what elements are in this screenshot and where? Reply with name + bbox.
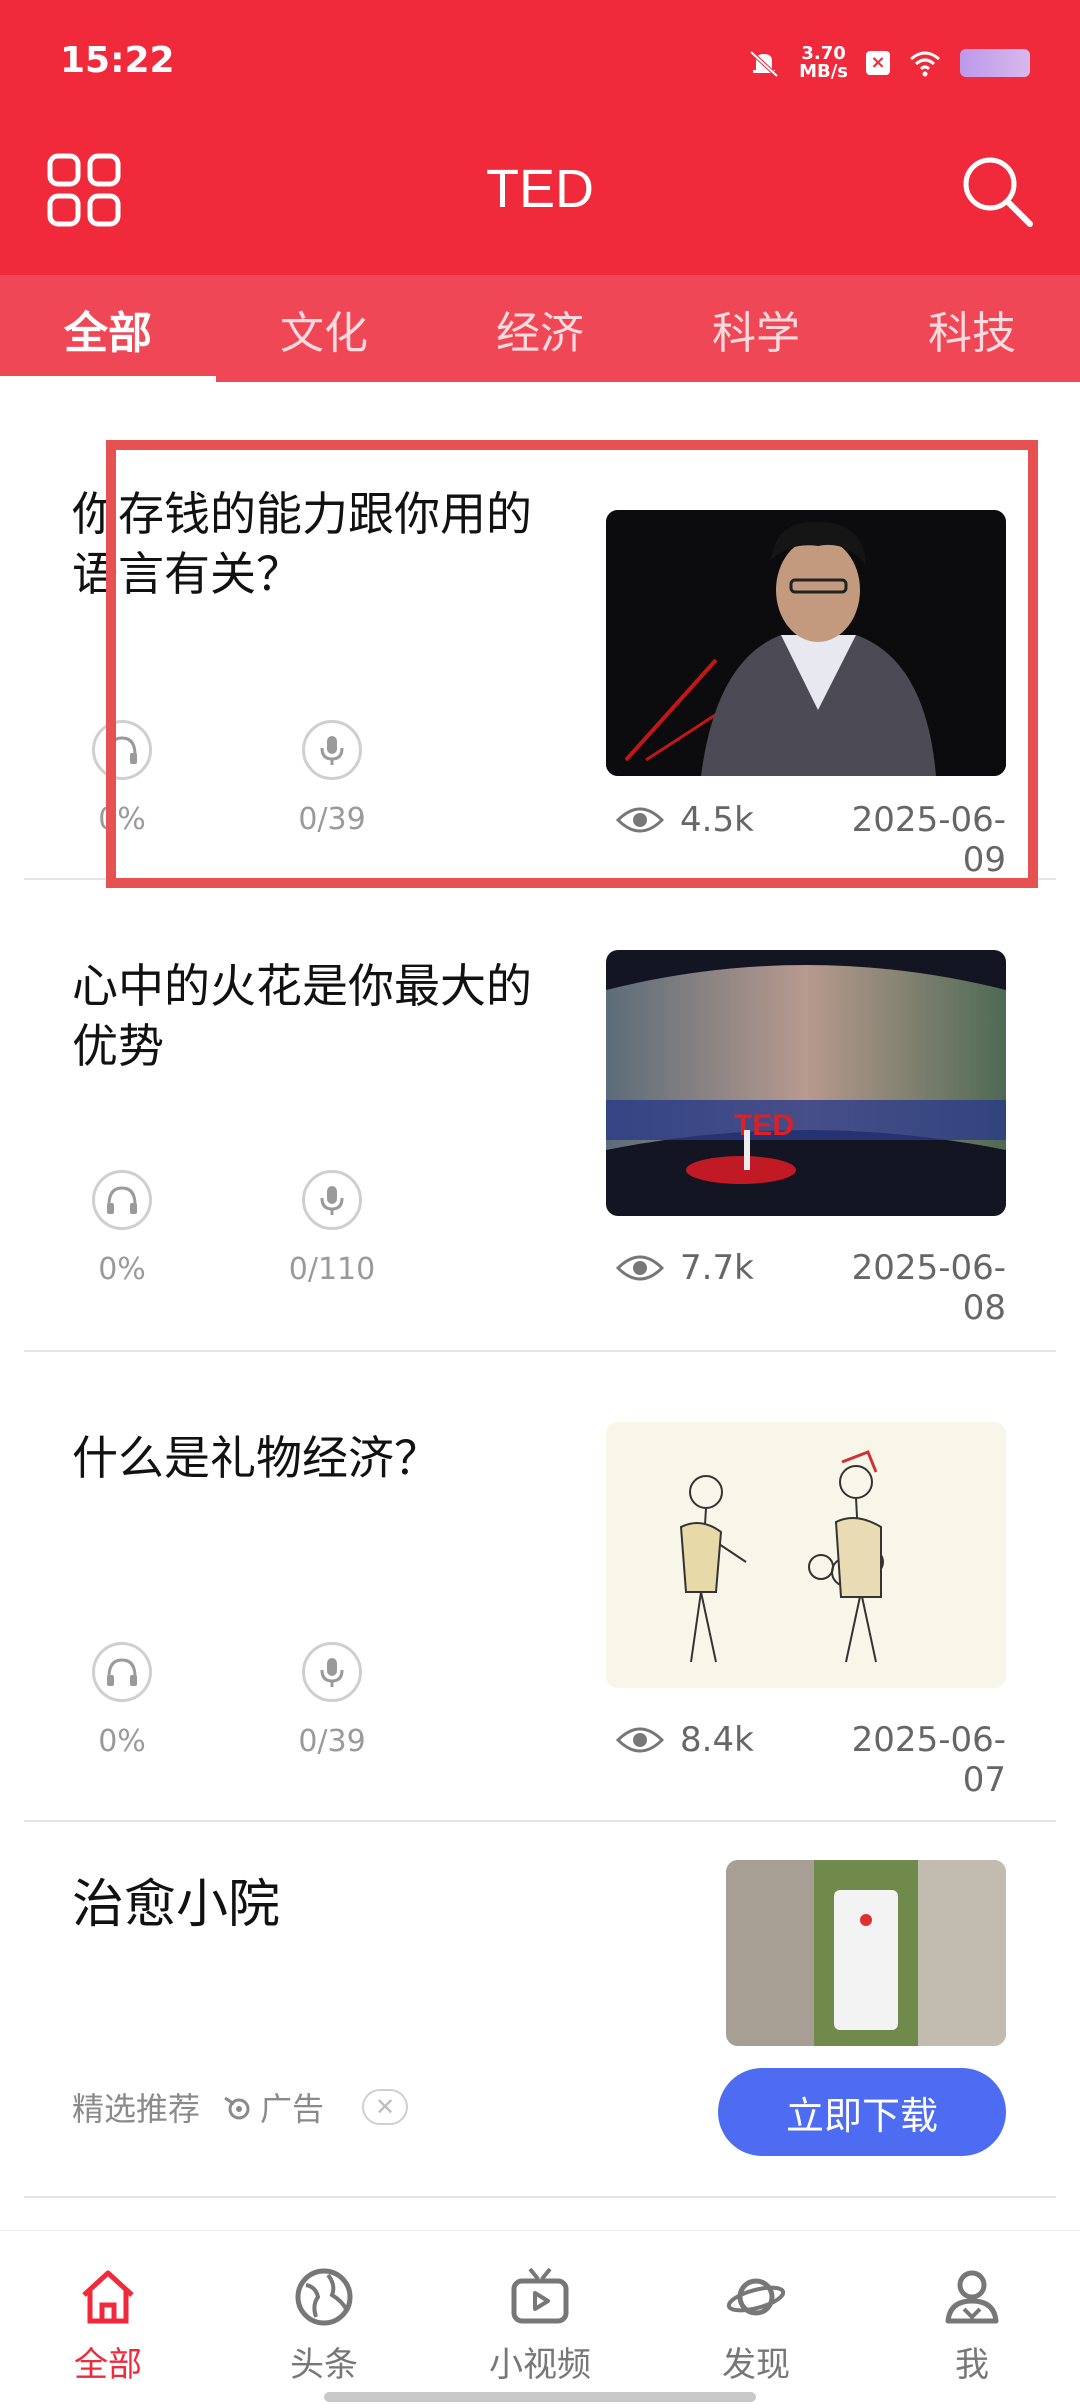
ad-title: 治愈小院 xyxy=(72,1875,281,1935)
view-count: 8.4k xyxy=(616,1720,754,1760)
tab-label: 科学 xyxy=(712,307,800,359)
microphone-icon xyxy=(302,720,362,780)
globe-icon xyxy=(295,2268,353,2326)
card-title: 你存钱的能力跟你用的语言有关？ xyxy=(72,487,532,601)
tab-label: 科技 xyxy=(928,307,1016,359)
card-thumbnail[interactable] xyxy=(606,510,1006,776)
card-title: 心中的火花是你最大的优势 xyxy=(72,959,532,1073)
close-box-icon: × xyxy=(866,51,890,75)
speed-unit: MB/s xyxy=(799,61,848,82)
card-progress: 0% 0/39 xyxy=(72,1642,382,1759)
category-tabs: 全部 文化 经济 科学 科技 xyxy=(0,275,1080,382)
publish-date: 2025-06-08 xyxy=(851,1248,1006,1328)
speak-progress[interactable]: 0/39 xyxy=(282,1642,382,1759)
wifi-icon xyxy=(910,51,940,77)
eye-icon xyxy=(616,1727,664,1753)
ad-label: 广告 xyxy=(260,2090,325,2128)
eye-icon xyxy=(616,1255,664,1281)
status-icons: 3.70 MB/s × xyxy=(747,38,1030,88)
svg-text:TED: TED xyxy=(734,1109,794,1142)
microphone-icon xyxy=(302,1170,362,1230)
tab-label: 文化 xyxy=(280,307,368,359)
tab-culture[interactable]: 文化 xyxy=(216,275,432,382)
tab-label: 经济 xyxy=(496,307,584,359)
listen-progress-value: 0% xyxy=(98,802,146,837)
card-thumbnail[interactable]: TED xyxy=(606,950,1006,1216)
view-count: 7.7k xyxy=(616,1248,754,1288)
eye-icon xyxy=(616,807,664,833)
battery-icon xyxy=(960,49,1030,77)
app-title: TED xyxy=(486,159,594,219)
feed-card[interactable]: 什么是礼物经济？ 0% 0/39 8.4k 2025-06-07 xyxy=(24,1352,1056,1822)
nav-discover[interactable]: 发现 xyxy=(648,2231,864,2408)
tab-all[interactable]: 全部 xyxy=(0,275,216,382)
listen-progress-value: 0% xyxy=(98,1252,146,1287)
tv-play-icon xyxy=(511,2267,569,2324)
headphones-icon xyxy=(92,1170,152,1230)
nav-label: 我 xyxy=(955,2345,989,2385)
nav-headlines[interactable]: 头条 xyxy=(216,2231,432,2408)
ad-card[interactable]: 治愈小院 精选推荐 广告 ✕ 立即下载 xyxy=(24,1822,1056,2198)
nav-label: 小视频 xyxy=(489,2345,591,2385)
nav-label: 发现 xyxy=(722,2345,790,2385)
speak-progress-value: 0/39 xyxy=(298,802,366,837)
bottom-navigation: 全部 头条 小视频 发现 我 xyxy=(0,2230,1080,2408)
nav-label: 头条 xyxy=(290,2345,358,2385)
home-indicator[interactable] xyxy=(324,2392,756,2402)
user-icon xyxy=(945,2270,999,2324)
nav-me[interactable]: 我 xyxy=(864,2231,1080,2408)
nav-label: 全部 xyxy=(74,2345,142,2385)
tab-label: 全部 xyxy=(64,307,152,359)
card-progress: 0% 0/39 xyxy=(72,720,382,837)
listen-progress[interactable]: 0% xyxy=(72,1170,172,1287)
tab-economy[interactable]: 经济 xyxy=(432,275,648,382)
search-icon[interactable] xyxy=(956,150,1036,230)
feed-card[interactable]: 心中的火花是你最大的优势 TED 0% 0/110 7.7k 2025-06-0… xyxy=(24,880,1056,1352)
ad-target-icon xyxy=(224,2096,250,2120)
ad-meta: 精选推荐 广告 ✕ xyxy=(72,2084,409,2130)
card-progress: 0% 0/110 xyxy=(72,1170,382,1287)
top-bar: 15:22 3.70 MB/s × TED xyxy=(0,0,1080,275)
mute-bell-icon xyxy=(749,50,779,78)
publish-date: 2025-06-07 xyxy=(851,1720,1006,1800)
ad-subtitle: 精选推荐 xyxy=(72,2090,201,2128)
listen-progress[interactable]: 0% xyxy=(72,1642,172,1759)
close-ad-icon[interactable]: ✕ xyxy=(362,2089,409,2125)
planet-icon xyxy=(726,2278,786,2316)
views-value: 4.5k xyxy=(680,800,754,840)
tab-technology[interactable]: 科技 xyxy=(864,275,1080,382)
speak-progress[interactable]: 0/110 xyxy=(282,1170,382,1287)
status-time: 15:22 xyxy=(60,40,175,81)
nav-all[interactable]: 全部 xyxy=(0,2231,216,2408)
card-thumbnail[interactable] xyxy=(606,1422,1006,1688)
headphones-icon xyxy=(92,720,152,780)
speak-progress-value: 0/39 xyxy=(298,1724,366,1759)
ad-thumbnail[interactable] xyxy=(726,1860,1006,2046)
views-value: 8.4k xyxy=(680,1720,754,1760)
publish-date: 2025-06-09 xyxy=(851,800,1006,880)
stage-image: TED xyxy=(606,950,1006,1216)
card-title: 什么是礼物经济？ xyxy=(72,1431,440,1485)
download-button[interactable]: 立即下载 xyxy=(718,2068,1006,2156)
headphones-icon xyxy=(92,1642,152,1702)
network-speed: 3.70 MB/s xyxy=(799,45,848,81)
nav-short-video[interactable]: 小视频 xyxy=(432,2231,648,2408)
listen-progress[interactable]: 0% xyxy=(72,720,172,837)
listen-progress-value: 0% xyxy=(98,1724,146,1759)
status-bar: 15:22 3.70 MB/s × xyxy=(0,0,1080,130)
gift-economy-illustration xyxy=(606,1422,1006,1688)
views-value: 7.7k xyxy=(680,1248,754,1288)
speak-progress[interactable]: 0/39 xyxy=(282,720,382,837)
home-icon xyxy=(82,2270,134,2324)
app-header: TED xyxy=(0,130,1080,275)
tab-science[interactable]: 科学 xyxy=(648,275,864,382)
view-count: 4.5k xyxy=(616,800,754,840)
ad-image xyxy=(726,1860,1006,2046)
feed-card[interactable]: 你存钱的能力跟你用的语言有关？ 0% 0/39 4.5k 2025-06-09 xyxy=(24,420,1056,880)
microphone-icon xyxy=(302,1642,362,1702)
speaker-image xyxy=(606,510,1006,776)
speak-progress-value: 0/110 xyxy=(288,1252,376,1287)
